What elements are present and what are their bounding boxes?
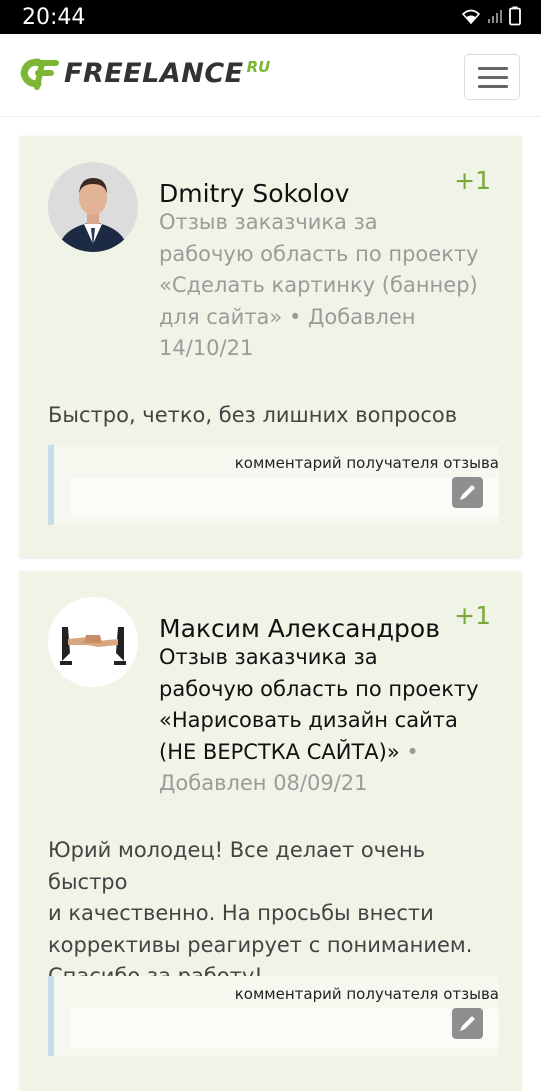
logo-text: FREELANCE (64, 57, 244, 89)
status-icons (461, 6, 521, 26)
menu-bar-icon (478, 85, 508, 88)
reviewer-name[interactable]: Dmitry Sokolov (159, 179, 349, 208)
freelance-logo[interactable]: FREELANCE RU (20, 56, 270, 90)
pencil-icon (460, 485, 475, 500)
comment-label: комментарий получателя отзыва (234, 454, 499, 472)
review-card: +1 Максим Александров Отзыв заказчика за… (20, 571, 521, 1091)
project-link-line[interactable]: «Сделать картинку (баннер) (159, 270, 479, 302)
status-time: 20:44 (22, 5, 86, 30)
review-text-line: и качественно. На просьбы внести (48, 901, 434, 925)
menu-bar-icon (478, 76, 508, 79)
logo-suffix: RU (246, 58, 271, 76)
meta-line: для сайта» • Добавлен (159, 304, 416, 329)
comment-field[interactable] (70, 478, 499, 516)
logo-mark-icon (20, 58, 59, 90)
meta-line: рабочую область по проекту (159, 676, 479, 701)
review-text-line: коррективы реагирует с пониманием. (48, 932, 473, 957)
review-meta: Отзыв заказчика за рабочую область по пр… (159, 207, 479, 365)
review-text: Юрий молодец! Все делает очень быстро и … (48, 835, 498, 993)
avatar[interactable] (48, 162, 138, 252)
meta-date: Добавлен 08/09/21 (159, 771, 368, 795)
comment-field[interactable] (70, 1009, 499, 1047)
avatar[interactable] (48, 597, 138, 687)
meta-line: Отзыв заказчика за (159, 645, 378, 669)
review-card: +1 Dmitry Sokolov Отзыв заказчика за раб… (20, 136, 521, 557)
rating-plus-badge: +1 (454, 166, 491, 195)
wifi-icon (461, 9, 481, 24)
review-text-line: Юрий молодец! Все делает очень быстро (48, 838, 426, 894)
project-link-line[interactable]: «Нарисовать дизайн сайта (159, 705, 479, 737)
meta-date: 14/10/21 (159, 336, 254, 360)
site-header: FREELANCE RU (0, 34, 541, 117)
review-meta: Отзыв заказчика за рабочую область по пр… (159, 642, 479, 800)
hamburger-menu-button[interactable] (464, 54, 520, 100)
battery-icon (509, 6, 521, 26)
project-link-line[interactable]: (НЕ ВЕРСТКА САЙТА)» (159, 740, 400, 764)
meta-line: рабочую область по проекту (159, 241, 479, 266)
recipient-comment-box: комментарий получателя отзыва (48, 976, 499, 1056)
meta-line: Отзыв заказчика за (159, 210, 378, 234)
pencil-icon (460, 1016, 475, 1031)
edit-comment-button[interactable] (452, 477, 483, 508)
menu-bar-icon (478, 67, 508, 70)
review-text: Быстро, четко, без лишних вопросов (48, 400, 498, 432)
edit-comment-button[interactable] (452, 1008, 483, 1039)
review-text-line: Быстро, четко, без лишних вопросов (48, 403, 458, 427)
comment-label: комментарий получателя отзыва (234, 985, 499, 1003)
recipient-comment-box: комментарий получателя отзыва (48, 445, 499, 525)
meta-separator: • (399, 739, 419, 764)
rating-plus-badge: +1 (454, 601, 491, 630)
signal-icon (488, 10, 502, 23)
reviewer-name[interactable]: Максим Александров (159, 614, 440, 643)
status-bar: 20:44 (0, 0, 541, 34)
